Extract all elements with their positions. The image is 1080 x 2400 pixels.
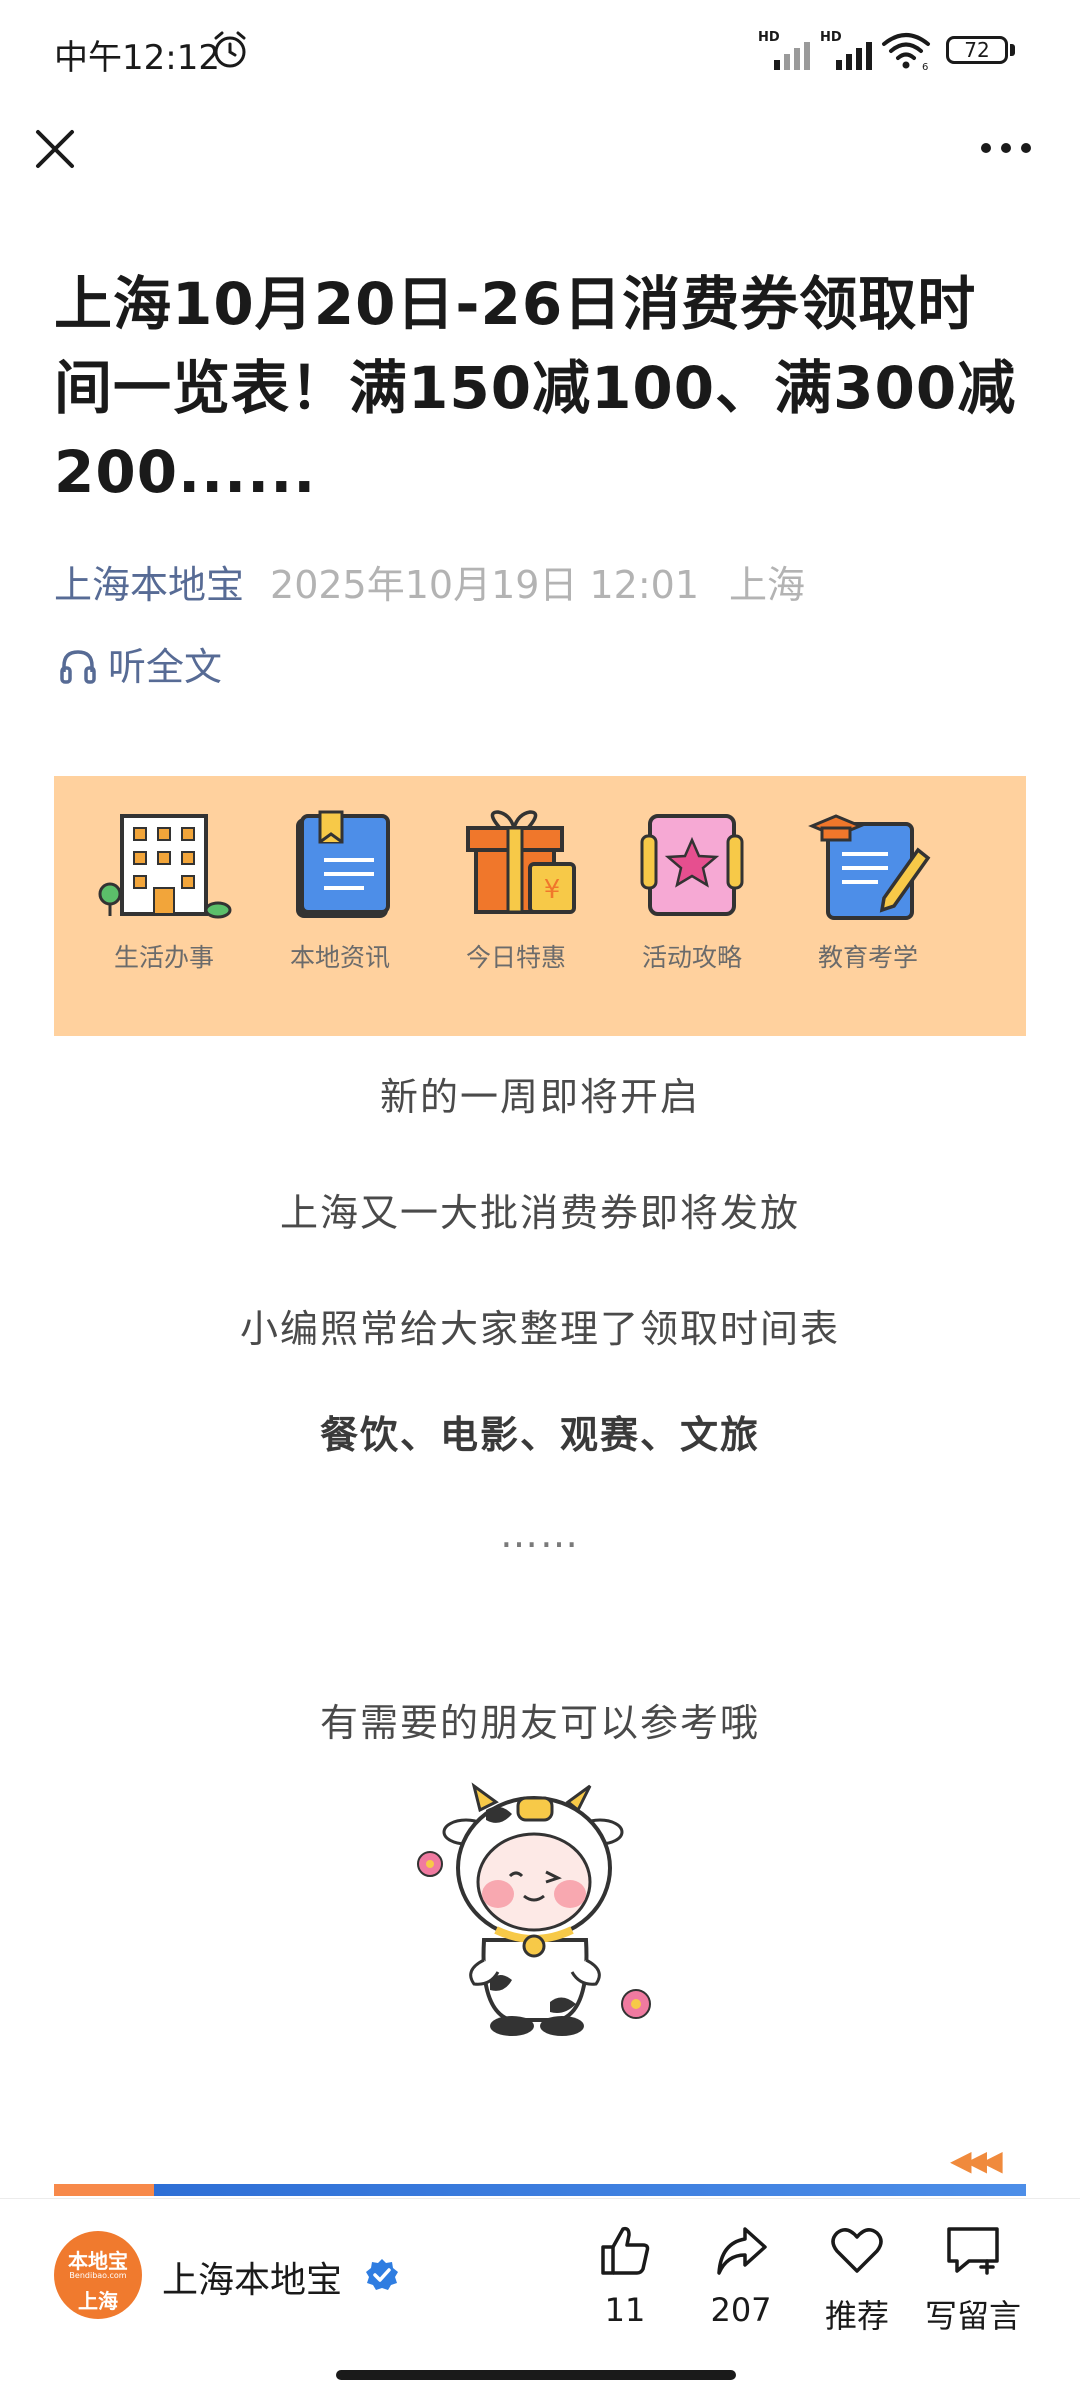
bottom-action-bar: 本地宝 Bendibao.com 上海 上海本地宝 11 207 推荐 写留言 — [0, 2198, 1080, 2357]
listen-label: 听全文 — [108, 645, 223, 689]
heart-icon — [831, 2228, 883, 2273]
account-avatar[interactable]: 本地宝 Bendibao.com 上海 — [54, 2231, 142, 2319]
building-icon — [98, 814, 232, 919]
more-options-button[interactable] — [976, 128, 1036, 168]
share-button[interactable]: 207 — [686, 2221, 796, 2341]
comment-icon — [947, 2227, 999, 2275]
banner-item-event-guides[interactable]: 活动攻略 — [612, 810, 772, 1010]
recommend-button[interactable]: 推荐 — [802, 2221, 912, 2341]
home-indicator[interactable] — [336, 2370, 736, 2380]
battery-indicator: 72 — [946, 36, 1008, 64]
banner-item-education[interactable]: 教育考学 — [788, 810, 948, 1010]
alarm-icon — [214, 31, 246, 68]
body-paragraph-1: 新的一周即将开启 — [379, 1075, 700, 1119]
publish-date: 2025年10月19日 12:01 — [270, 563, 700, 607]
svg-text:6: 6 — [922, 62, 928, 70]
comment-button[interactable]: 写留言 — [918, 2221, 1028, 2341]
account-name[interactable]: 上海本地宝 — [162, 2251, 342, 2303]
signal-sim2-icon: HD — [820, 30, 876, 70]
banner-item-daily-deals[interactable]: ¥ 今日特惠 — [436, 810, 596, 1010]
banner-item-local-news[interactable]: 本地资讯 — [260, 810, 420, 1010]
article-title: 上海10月20日-26日消费券领取时间一览表！满150减100、满300减200… — [54, 270, 1017, 506]
category-banner: 生活办事 本地资讯 ¥ 今日特惠 活动攻略 教育考学 — [54, 776, 1026, 1036]
star-book-icon — [640, 814, 744, 916]
publish-location: 上海 — [729, 563, 806, 607]
article-page: 中午12:12 HD HD 6 72 上海10月20日-26日消费券领取时间一览… — [0, 0, 1080, 2400]
wifi-icon: 6 — [882, 33, 930, 70]
headphones-icon — [60, 650, 96, 684]
thumbs-up-icon — [601, 2226, 650, 2275]
status-time: 中午12:12 — [54, 38, 220, 78]
graduation-icon — [808, 814, 931, 920]
body-paragraph-5: …… — [500, 1512, 580, 1556]
banner-item-life-services[interactable]: 生活办事 — [84, 810, 244, 1010]
listen-full-text-button[interactable]: 听全文 — [58, 636, 223, 689]
cow-mascot-illustration — [417, 1782, 651, 2036]
close-button[interactable] — [30, 124, 80, 174]
author-link[interactable]: 上海本地宝 — [54, 563, 244, 607]
progress-strip-orange — [54, 2184, 154, 2196]
body-paragraph-3: 小编照常给大家整理了领取时间表 — [239, 1307, 840, 1351]
body-paragraph-2: 上海又一大批消费券即将发放 — [279, 1191, 800, 1235]
verified-badge-icon — [366, 2259, 398, 2290]
scroll-arrows-icon: ◀◀◀ — [950, 2144, 1003, 2177]
article-meta: 上海本地宝 2025年10月19日 12:01 上海 — [54, 554, 806, 607]
share-icon — [717, 2227, 767, 2275]
like-button[interactable]: 11 — [570, 2221, 680, 2341]
body-paragraph-6: 有需要的朋友可以参考哦 — [319, 1701, 760, 1745]
body-paragraph-4: 餐饮、电影、观赛、文旅 — [319, 1413, 760, 1457]
svg-text:¥: ¥ — [544, 875, 561, 905]
progress-strip-blue — [154, 2184, 1026, 2196]
gift-icon: ¥ — [466, 810, 576, 914]
battery-tip — [1010, 44, 1015, 56]
notebook-icon — [296, 810, 390, 918]
status-bar: 中午12:12 HD HD 6 72 — [0, 0, 1080, 104]
signal-sim1-icon: HD — [758, 30, 814, 70]
